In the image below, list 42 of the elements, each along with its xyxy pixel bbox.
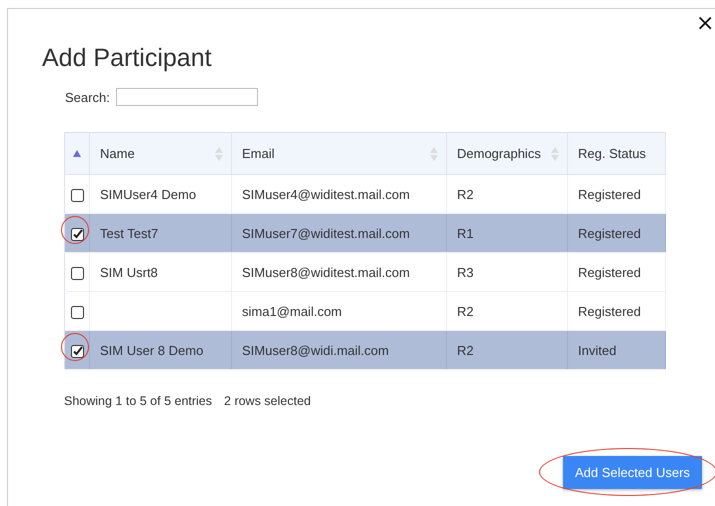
sort-ascending-icon[interactable] xyxy=(73,150,81,157)
table-cell: R2 xyxy=(457,186,474,202)
search-label: Search: xyxy=(65,90,110,104)
table-row[interactable]: SIM User 8 Demo SIMuser8@widi.mail.com R2 Invited xyxy=(64,330,666,370)
table-cell: SIMuser7@widitest.mail.com xyxy=(242,226,410,240)
add-selected-users-button[interactable]: Add Selected Users xyxy=(563,456,702,489)
table-cell: Invited xyxy=(578,342,616,358)
table-cell: SIM User 8 Demo xyxy=(100,342,204,358)
column-header[interactable]: Email xyxy=(232,132,446,174)
column-header[interactable]: Name xyxy=(90,132,232,174)
table-cell: R2 xyxy=(457,342,474,358)
row-checkbox[interactable] xyxy=(70,266,84,280)
sort-icon xyxy=(430,146,438,160)
table-cell: SIM Usrt8 xyxy=(100,264,158,280)
table-cell: R1 xyxy=(457,226,474,240)
close-button[interactable]: × xyxy=(696,13,714,35)
row-checkbox[interactable] xyxy=(70,228,84,241)
table-cell: Test Test7 xyxy=(100,226,158,240)
column-header[interactable]: Reg. Status xyxy=(568,132,666,174)
table-info: Showing 1 to 5 of 5 entries xyxy=(64,394,212,408)
table-cell: SIMuser4@widitest.mail.com xyxy=(242,186,410,202)
table-cell: R3 xyxy=(457,264,474,280)
sort-icon xyxy=(215,146,223,160)
table-cell: R2 xyxy=(457,304,474,318)
table-cell: SIMuser8@widi.mail.com xyxy=(242,342,389,358)
column-header[interactable]: Demographics xyxy=(446,132,568,174)
row-checkbox[interactable] xyxy=(70,344,84,358)
table-cell: Registered xyxy=(578,186,641,202)
sort-icon xyxy=(551,146,559,160)
table-cell: Registered xyxy=(578,264,641,280)
table-row[interactable]: SIM Usrt8 SIMuser8@widitest.mail.com R3 Registered xyxy=(64,252,666,292)
dialog-title: Add Participant xyxy=(42,44,212,72)
table-cell: sima1@mail.com xyxy=(242,304,342,318)
table-cell: Registered xyxy=(578,226,641,240)
table-info: 2 rows selected xyxy=(224,394,311,408)
search-field[interactable] xyxy=(116,88,258,106)
table-cell: SIMuser8@widitest.mail.com xyxy=(242,264,410,280)
table-cell: SIMUser4 Demo xyxy=(100,186,196,202)
table-row[interactable]: Test Test7 SIMuser7@widitest.mail.com R1 Registered xyxy=(64,214,666,252)
row-checkbox[interactable] xyxy=(70,306,84,319)
table-cell: Registered xyxy=(578,304,641,318)
row-checkbox[interactable] xyxy=(70,188,84,202)
